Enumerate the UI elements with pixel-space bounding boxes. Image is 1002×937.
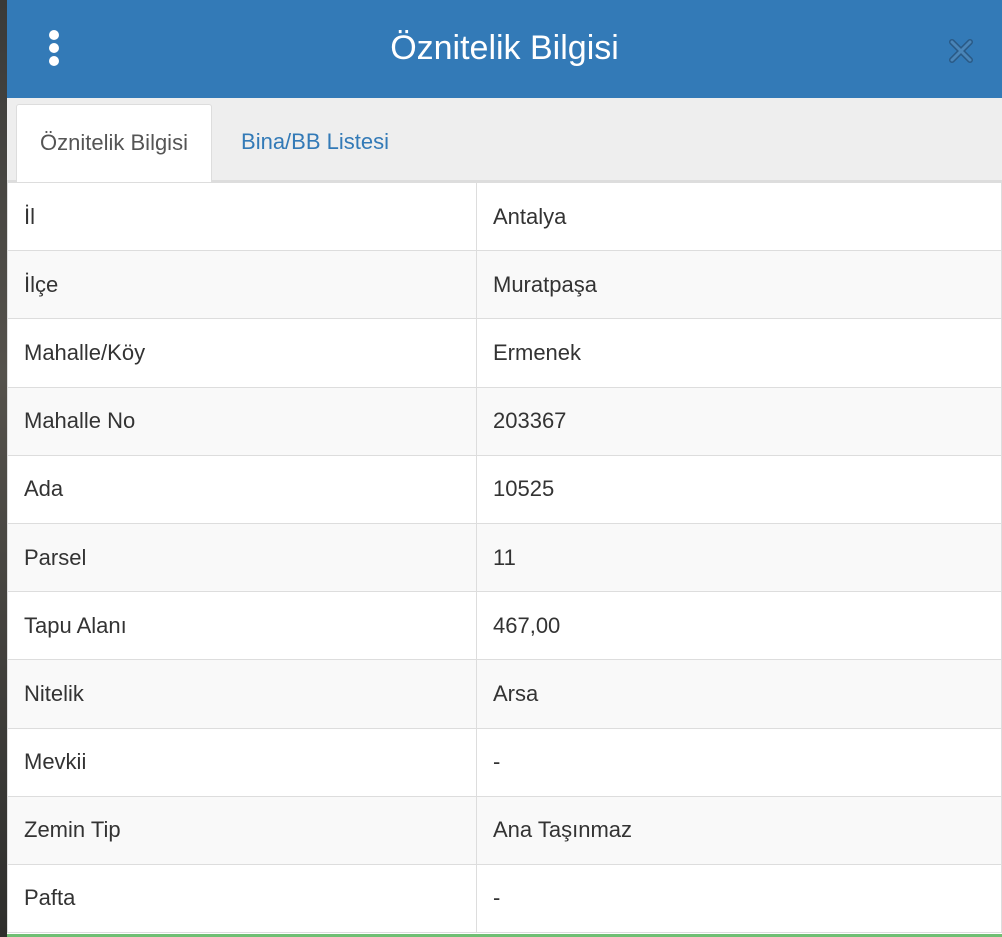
close-button[interactable] bbox=[947, 37, 975, 65]
attribute-table: İl Antalya İlçe Muratpaşa Mahalle/Köy Ermenek… bbox=[7, 181, 1002, 934]
table-row: Nitelik Arsa bbox=[7, 659, 1002, 729]
attribute-value: 467,00 bbox=[476, 591, 1002, 661]
table-row: Mevkii - bbox=[7, 727, 1002, 797]
attribute-name: Parsel bbox=[7, 522, 477, 593]
table-row: Ada 10525 bbox=[7, 454, 1002, 524]
attribute-value: - bbox=[476, 727, 1002, 797]
tab-building-list[interactable]: Bina/BB Listesi bbox=[215, 104, 415, 180]
attribute-name: İlçe bbox=[7, 250, 477, 320]
table-row: Zemin Tip Ana Taşınmaz bbox=[7, 795, 1002, 865]
attribute-value: Arsa bbox=[476, 659, 1002, 729]
attribute-value: Muratpaşa bbox=[476, 250, 1002, 320]
close-icon bbox=[949, 39, 973, 63]
attribute-name: Zemin Tip bbox=[7, 795, 477, 865]
table-row: Mahalle No 203367 bbox=[7, 386, 1002, 456]
attribute-name: Mahalle No bbox=[7, 386, 477, 456]
table-row: Tapu Alanı 467,00 bbox=[7, 591, 1002, 661]
tab-attribute-info[interactable]: Öznitelik Bilgisi bbox=[16, 104, 212, 184]
attribute-name: Ada bbox=[7, 454, 477, 524]
map-backdrop bbox=[0, 0, 7, 937]
attribute-value: Ermenek bbox=[476, 318, 1002, 388]
attribute-name: Pafta bbox=[7, 863, 477, 934]
table-row: İlçe Muratpaşa bbox=[7, 250, 1002, 320]
attribute-name: Mahalle/Köy bbox=[7, 318, 477, 388]
attribute-value: 10525 bbox=[476, 454, 1002, 524]
attribute-name: Mevkii bbox=[7, 727, 477, 797]
attribute-value: - bbox=[476, 863, 1002, 934]
tab-bar: Öznitelik Bilgisi Bina/BB Listesi bbox=[7, 98, 1002, 184]
attribute-name: İl bbox=[7, 181, 477, 252]
attribute-value: Antalya bbox=[476, 181, 1002, 252]
table-row: Parsel 11 bbox=[7, 522, 1002, 593]
attribute-value: Ana Taşınmaz bbox=[476, 795, 1002, 865]
dialog-title: Öznitelik Bilgisi bbox=[390, 29, 619, 67]
table-row: Mahalle/Köy Ermenek bbox=[7, 318, 1002, 388]
attribute-value: 11 bbox=[476, 522, 1002, 593]
table-row: Pafta - bbox=[7, 863, 1002, 934]
attribute-dialog: Öznitelik Bilgisi Öznitelik Bilgisi Bina… bbox=[7, 0, 1002, 937]
attribute-name: Tapu Alanı bbox=[7, 591, 477, 661]
attribute-value: 203367 bbox=[476, 386, 1002, 456]
table-row: İl Antalya bbox=[7, 181, 1002, 252]
dialog-header: Öznitelik Bilgisi bbox=[7, 0, 1002, 98]
attribute-name: Nitelik bbox=[7, 659, 477, 729]
